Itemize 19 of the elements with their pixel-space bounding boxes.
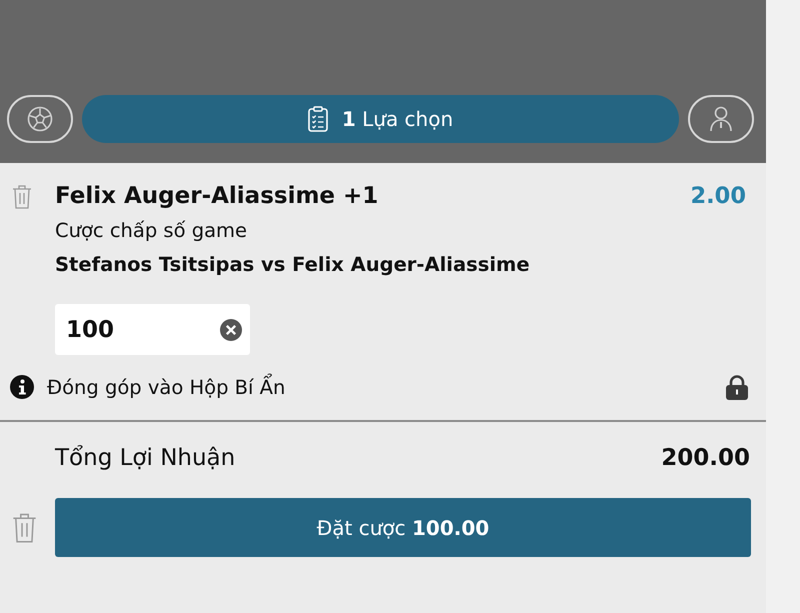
place-bet-button[interactable]: Đặt cược 100.00 [55, 498, 751, 557]
clear-icon[interactable] [220, 319, 242, 341]
total-profit-value: 200.00 [661, 445, 750, 471]
account-button[interactable] [688, 95, 754, 143]
market-name: Cược chấp số game [55, 219, 248, 243]
event-name: Stefanos Tsitsipas vs Felix Auger-Aliassime [55, 253, 531, 277]
person-icon [709, 106, 733, 132]
clipboard-list-icon [308, 106, 328, 132]
note-text: Đóng góp vào Hộp Bí Ẩn [47, 376, 286, 398]
selection-name: Felix Auger-Aliassime +1 [55, 183, 378, 209]
trash-icon[interactable] [12, 512, 37, 543]
trash-icon[interactable] [12, 184, 32, 209]
total-profit-label: Tổng Lợi Nhuận [55, 445, 236, 471]
info-icon [10, 375, 34, 399]
soccer-ball-icon [27, 106, 53, 132]
selection-button[interactable]: 1 Lựa chọn [82, 95, 679, 143]
odds-value: 2.00 [690, 183, 746, 209]
sports-button[interactable] [7, 95, 73, 143]
stake-input-field[interactable]: 100 [55, 304, 250, 355]
